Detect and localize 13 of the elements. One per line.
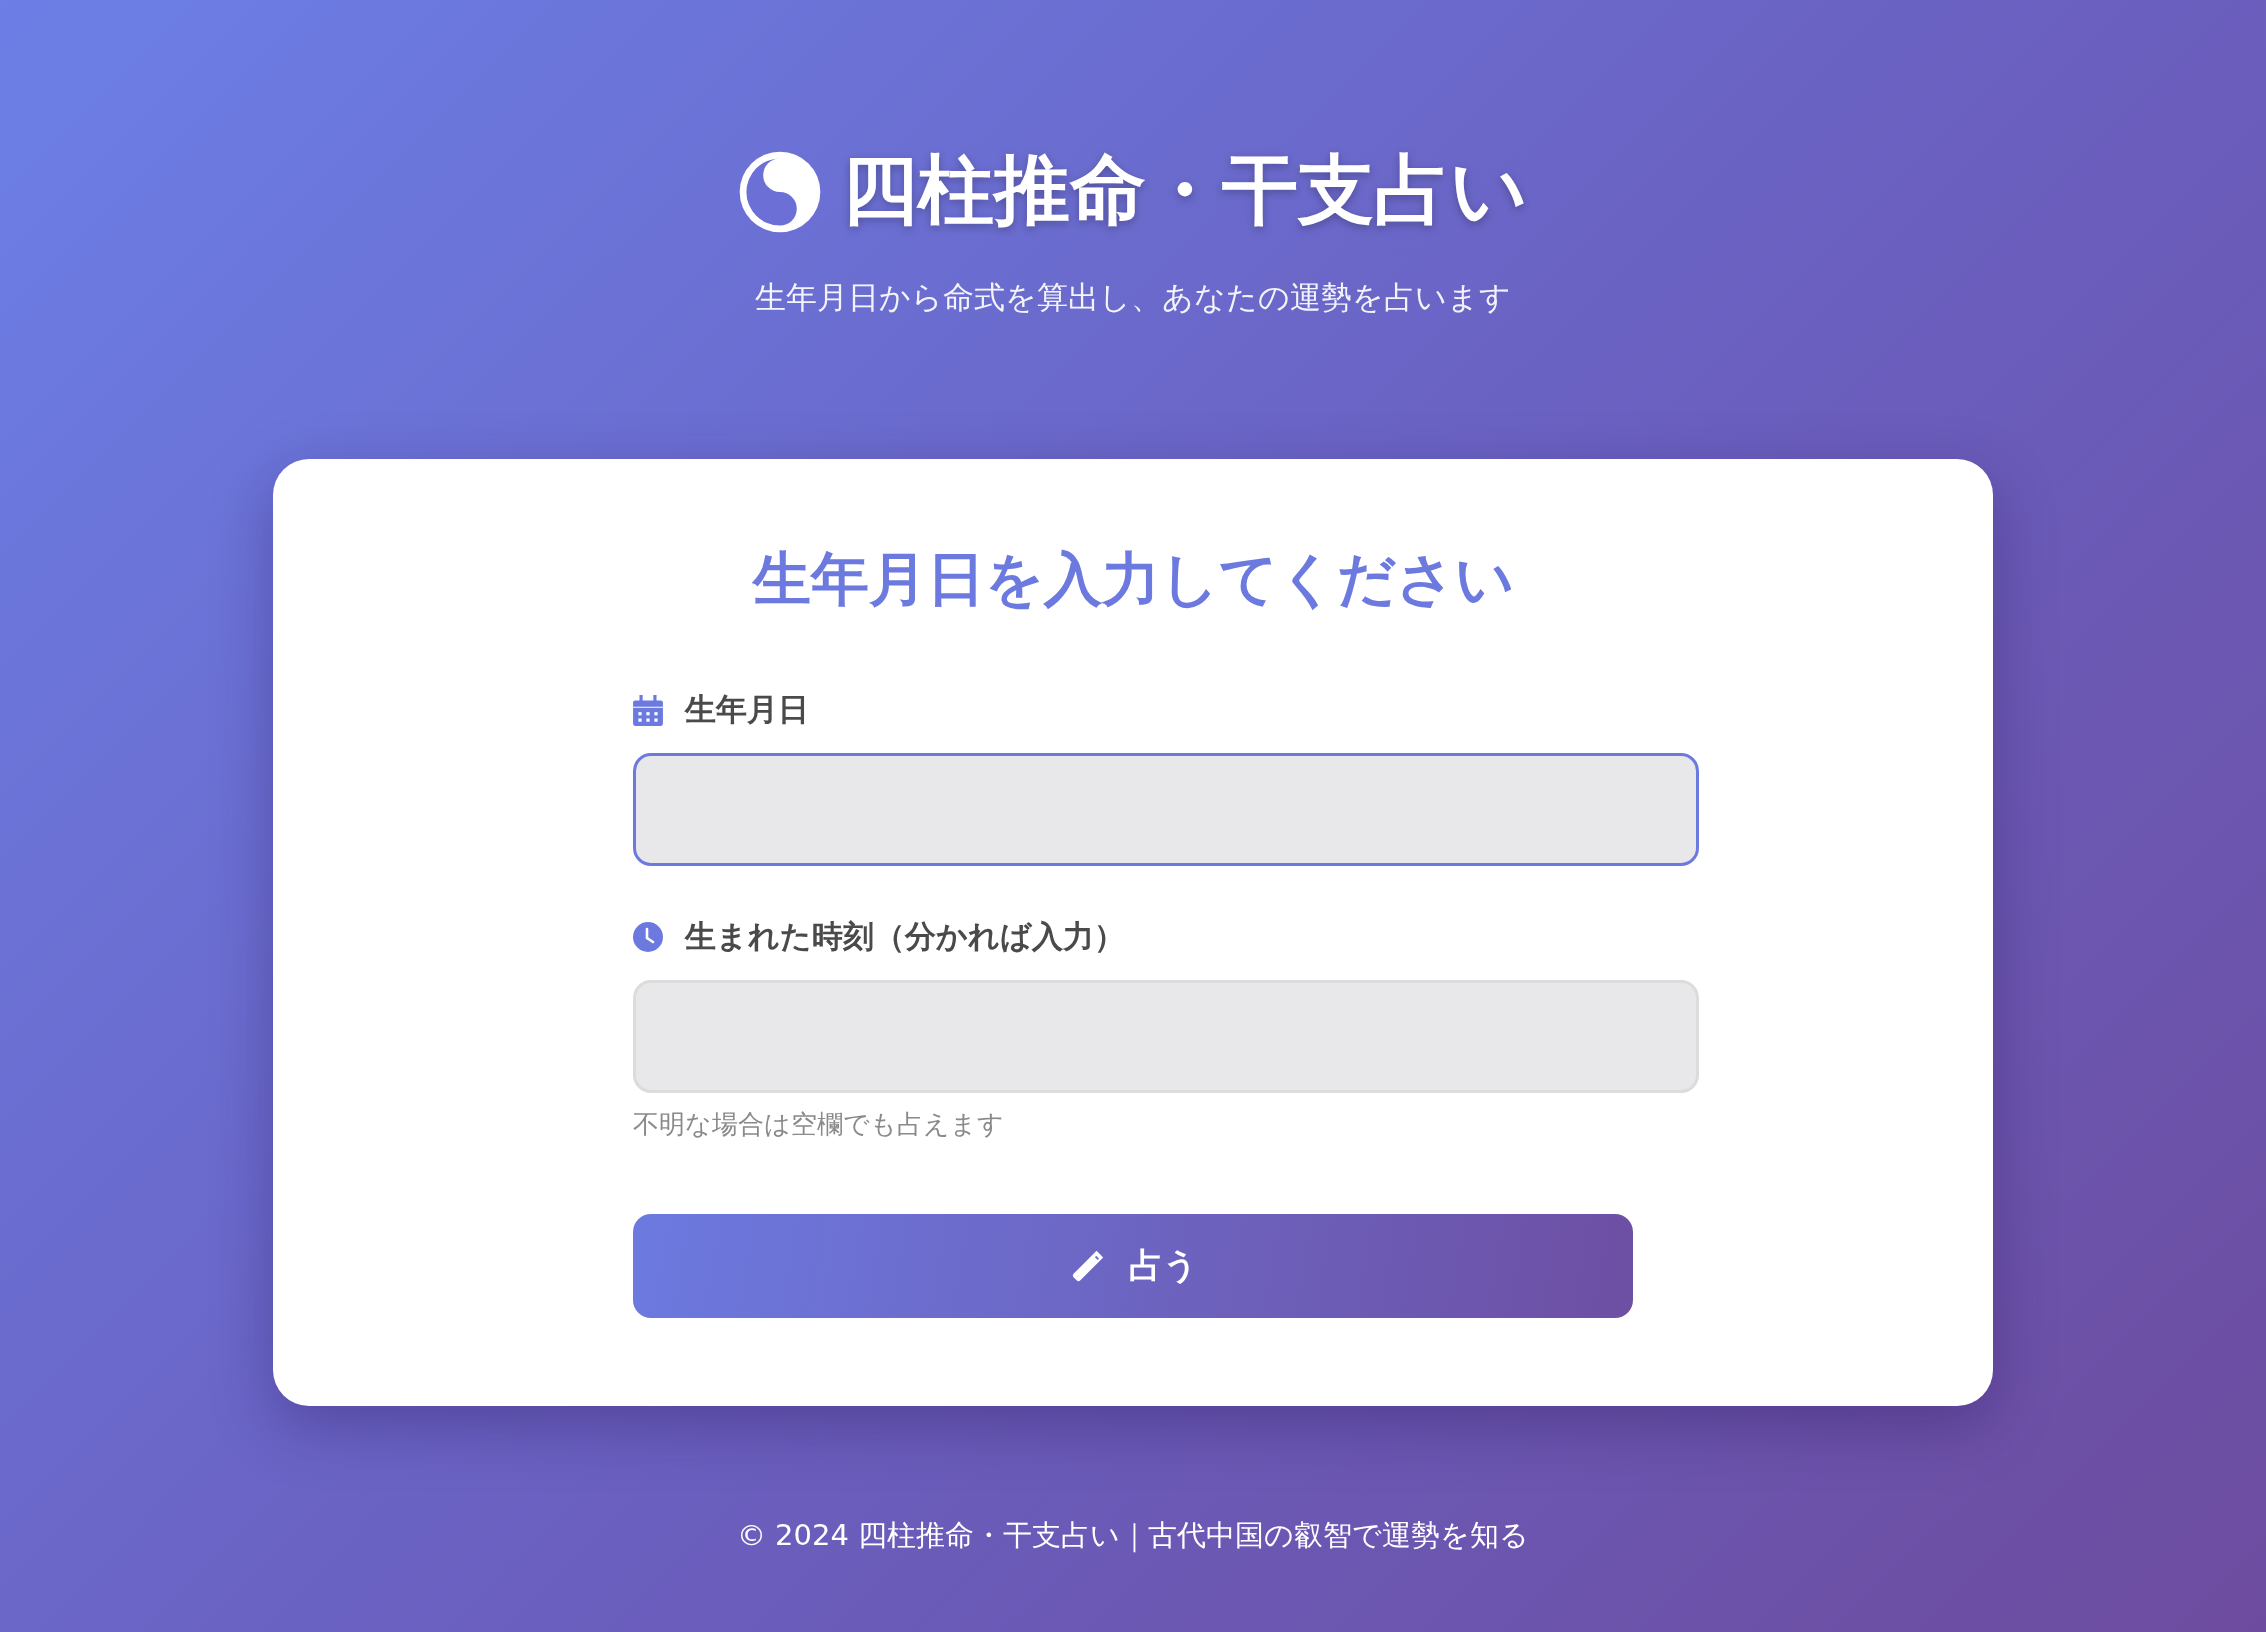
app-title: 四柱推命・干支占い	[842, 144, 1528, 236]
date-field[interactable]	[633, 753, 1699, 866]
field-hint: 不明な場合は空欄でも占えます	[633, 1108, 1005, 1141]
app-subtitle: 生年月日から命式を算出し、あなたの運勢を占います	[754, 278, 1512, 317]
field-label: 生まれた時刻（分かれば入力）	[685, 917, 1125, 956]
footer-text: © 2024 四柱推命・干支占い｜古代中国の叡智で運勢を知る	[736, 1517, 1530, 1555]
time-field[interactable]	[633, 980, 1699, 1093]
submit-button[interactable]: 占う	[633, 1214, 1633, 1318]
form-heading: 生年月日を入力してください	[751, 544, 1515, 615]
yin-yang-icon	[738, 149, 822, 234]
clock-icon	[633, 921, 663, 953]
field-label: 生年月日	[685, 690, 809, 729]
calendar-icon	[633, 694, 663, 726]
